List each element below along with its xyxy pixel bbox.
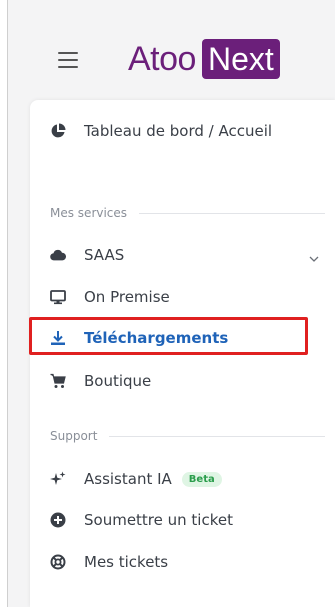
brand-logo[interactable]: Atoo Next (128, 37, 280, 81)
sidebar-item-label: Soumettre un ticket (84, 511, 233, 529)
plus-circle-icon (50, 512, 66, 528)
sidebar-item-shop[interactable]: Boutique (50, 372, 151, 390)
beta-badge: Beta (181, 471, 222, 487)
sparkle-icon (50, 471, 66, 487)
sidebar-item-label: Assistant IA (84, 470, 172, 488)
sidebar-item-label: On Premise (84, 288, 170, 306)
left-window-edge (0, 0, 8, 607)
sidebar-item-downloads[interactable]: Téléchargements (50, 329, 228, 347)
section-title-services: Mes services (50, 206, 325, 220)
logo-text-next: Next (201, 39, 280, 79)
sidebar-item-assistant-ia[interactable]: Assistant IA Beta (50, 470, 222, 488)
sidebar-item-label: SAAS (84, 246, 125, 264)
cloud-icon (50, 247, 66, 263)
sidebar-item-label: Boutique (84, 372, 152, 390)
monitor-icon (50, 289, 66, 305)
lifebuoy-icon (50, 554, 66, 570)
sidebar-item-label: Mes tickets (84, 553, 169, 571)
sidebar-item-my-tickets[interactable]: Mes tickets (50, 553, 168, 571)
logo-text-atoo: Atoo (128, 39, 196, 78)
sidebar-item-on-premise[interactable]: On Premise (50, 288, 170, 306)
sidebar: Tableau de bord / Accueil Mes services S… (29, 100, 335, 607)
hamburger-menu-icon[interactable] (58, 52, 78, 68)
sidebar-item-dashboard[interactable]: Tableau de bord / Accueil (50, 120, 290, 142)
sidebar-item-saas[interactable]: SAAS (50, 246, 124, 264)
download-icon (50, 330, 66, 346)
top-header: Atoo Next (8, 0, 335, 100)
sidebar-item-submit-ticket[interactable]: Soumettre un ticket (50, 511, 233, 529)
sidebar-item-label: Tableau de bord / Accueil (84, 122, 273, 140)
cart-icon (50, 373, 66, 389)
pie-chart-icon (50, 123, 66, 139)
section-title-support: Support (50, 429, 325, 443)
chevron-down-icon[interactable] (309, 254, 319, 264)
sidebar-item-label: Téléchargements (84, 329, 229, 347)
